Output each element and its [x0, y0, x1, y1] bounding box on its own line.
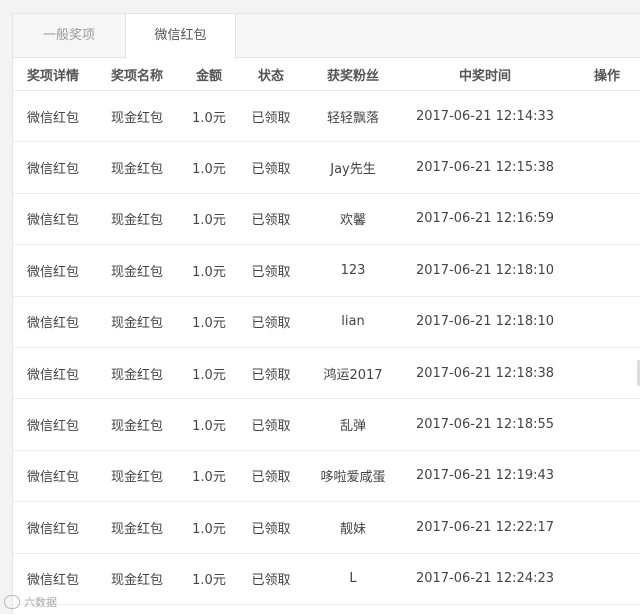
cell-amount: 1.0元 [192, 367, 226, 383]
cell-detail: 微信红包 [26, 521, 79, 537]
cell-fan: 乱弹 [339, 419, 366, 435]
table-row: 微信红包 现金红包 1.0元 已领取 乱弹 2017-06-21 12:18:55 [13, 399, 640, 451]
cell-action[interactable] [581, 502, 633, 552]
cell-name: 现金红包 [110, 162, 163, 178]
cell-status: 已领取 [251, 110, 291, 126]
table-row: 微信红包 现金红包 1.0元 已领取 lian 2017-06-21 12:18:10 [13, 297, 640, 348]
cell-action[interactable] [581, 297, 633, 347]
prize-records-panel: 一般奖项 微信红包 奖项详情 奖项名称 金额 状态 获奖粉丝 中奖时间 操作 微… [12, 13, 640, 614]
cell-action[interactable] [581, 348, 633, 398]
cell-time: 2017-06-21 12:24:23 [415, 571, 555, 587]
column-header-status: 状态 [257, 68, 284, 84]
cell-amount: 1.0元 [192, 419, 226, 435]
tab-bar: 一般奖项 微信红包 [13, 14, 640, 59]
cell-amount: 1.0元 [192, 110, 226, 126]
cell-fan: 轻轻飘落 [326, 110, 379, 126]
cell-detail: 微信红包 [26, 419, 79, 435]
cell-name: 现金红包 [110, 110, 163, 126]
cell-detail: 微信红包 [26, 162, 79, 178]
cell-action[interactable] [581, 399, 633, 449]
table-row: 微信红包 现金红包 1.0元 已领取 123 2017-06-21 12:18:10 [13, 245, 640, 297]
table-row: 微信红包 现金红包 1.0元 已领取 轻轻飘落 2017-06-21 12:14:33 [13, 91, 640, 143]
column-header-fan: 获奖粉丝 [326, 68, 379, 84]
cell-fan: 哆啦爱咸蛋 [320, 470, 386, 486]
cell-status: 已领取 [251, 162, 291, 178]
cell-amount: 1.0元 [192, 521, 226, 537]
table-row: 微信红包 现金红包 1.0元 已领取 欢馨 2017-06-21 12:16:59 [13, 194, 640, 246]
cell-name: 现金红包 [110, 521, 163, 537]
table-row: 微信红包 现金红包 1.0元 已领取 L 2017-06-21 12:24:23 [13, 554, 640, 605]
cell-detail: 微信红包 [26, 316, 79, 332]
cell-time: 2017-06-21 12:16:59 [415, 211, 555, 227]
cell-time: 2017-06-21 12:15:38 [415, 160, 555, 176]
cell-name: 现金红包 [110, 367, 163, 383]
cell-time: 2017-06-21 12:19:43 [415, 468, 555, 484]
cell-status: 已领取 [251, 213, 291, 229]
cell-detail: 微信红包 [26, 470, 79, 486]
cell-name: 现金红包 [110, 213, 163, 229]
cell-time: 2017-06-21 12:14:33 [415, 108, 555, 124]
cell-name: 现金红包 [110, 264, 163, 280]
cell-fan: 123 [340, 262, 366, 278]
cell-amount: 1.0元 [192, 264, 226, 280]
watermark: 六数据 [4, 592, 57, 612]
cell-amount: 1.0元 [192, 316, 226, 332]
column-header-time: 中奖时间 [458, 68, 511, 84]
cell-action[interactable] [581, 245, 633, 295]
cell-detail: 微信红包 [26, 213, 79, 229]
cell-amount: 1.0元 [192, 162, 226, 178]
cell-detail: 微信红包 [26, 110, 79, 126]
cell-name: 现金红包 [110, 419, 163, 435]
column-header-action: 操作 [593, 68, 620, 84]
cell-fan: L [349, 571, 357, 587]
column-header-amount: 金额 [195, 68, 222, 84]
table-row: 微信红包 现金红包 1.0元 已领取 靓妹 2017-06-21 12:22:17 [13, 502, 640, 554]
cell-fan: 靓妹 [339, 521, 366, 537]
cell-name: 现金红包 [110, 573, 163, 589]
cell-status: 已领取 [251, 419, 291, 435]
cell-fan: 欢馨 [339, 213, 366, 229]
cell-name: 现金红包 [110, 316, 163, 332]
table-row: 微信红包 现金红包 1.0元 已领取 哆啦爱咸蛋 2017-06-21 12:19:43 [13, 451, 640, 503]
column-header-detail: 奖项详情 [26, 68, 79, 84]
cell-time: 2017-06-21 12:18:10 [415, 262, 555, 278]
cell-status: 已领取 [251, 521, 291, 537]
tab-general-prizes[interactable]: 一般奖项 [13, 14, 125, 58]
cell-status: 已领取 [251, 470, 291, 486]
cell-time: 2017-06-21 12:18:38 [415, 365, 555, 381]
weibo-logo-icon [4, 595, 20, 609]
cell-action[interactable] [581, 194, 633, 244]
cell-action[interactable] [581, 142, 633, 192]
cell-name: 现金红包 [110, 470, 163, 486]
cell-amount: 1.0元 [192, 213, 226, 229]
column-header-name: 奖项名称 [110, 68, 163, 84]
table-header: 奖项详情 奖项名称 金额 状态 获奖粉丝 中奖时间 操作 [13, 58, 640, 91]
cell-action[interactable] [581, 91, 633, 141]
cell-detail: 微信红包 [26, 264, 79, 280]
cell-action[interactable] [581, 554, 633, 604]
table-row: 微信红包 现金红包 1.0元 已领取 鸿运2017 2017-06-21 12:18:38 [13, 348, 640, 400]
cell-fan: 鸿运2017 [323, 367, 383, 383]
cell-amount: 1.0元 [192, 470, 226, 486]
table-body: 微信红包 现金红包 1.0元 已领取 轻轻飘落 2017-06-21 12:14:33 微信… [13, 91, 640, 605]
cell-time: 2017-06-21 12:22:17 [415, 519, 555, 535]
table-row: 微信红包 现金红包 1.0元 已领取 Jay先生 2017-06-21 12:15:38 [13, 142, 640, 194]
cell-status: 已领取 [251, 367, 291, 383]
cell-fan: Jay先生 [330, 162, 376, 178]
cell-time: 2017-06-21 12:18:55 [415, 417, 555, 433]
cell-status: 已领取 [251, 573, 291, 589]
cell-detail: 微信红包 [26, 367, 79, 383]
cell-status: 已领取 [251, 264, 291, 280]
watermark-text: 六数据 [24, 596, 57, 609]
cell-status: 已领取 [251, 316, 291, 332]
cell-action[interactable] [581, 451, 633, 501]
tab-wechat-red-packet[interactable]: 微信红包 [125, 14, 236, 59]
cell-time: 2017-06-21 12:18:10 [415, 314, 555, 330]
cell-fan: lian [341, 314, 365, 330]
cell-amount: 1.0元 [192, 573, 226, 589]
